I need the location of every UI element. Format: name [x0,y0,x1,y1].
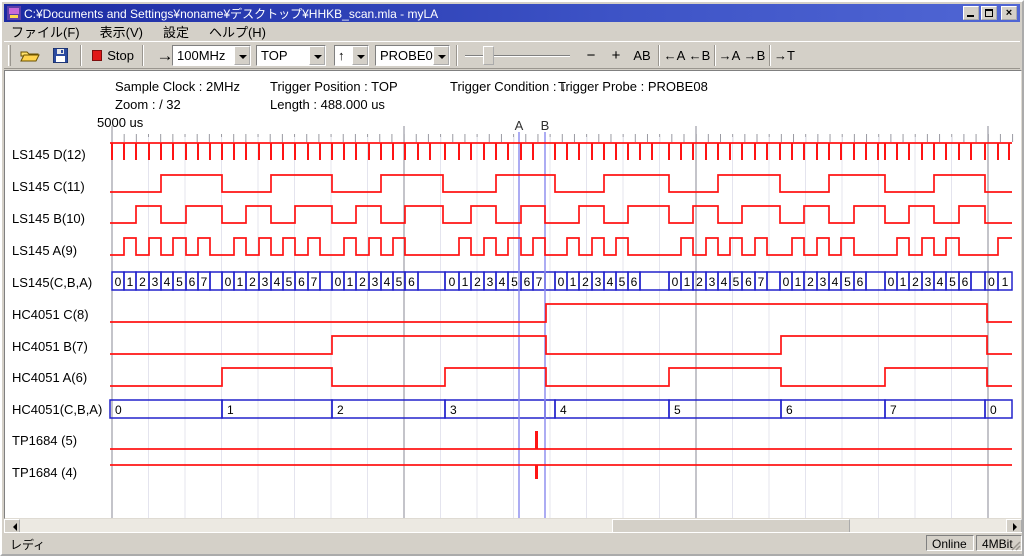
goto-cursor-b-right-button[interactable]: →B [742,44,767,67]
trigger-edge-combo[interactable]: ↑ [334,45,369,66]
ruler-scale-label: 5000 us [97,115,143,130]
length-info: Length : 488.000 us [270,97,385,112]
stop-button[interactable]: Stop [88,44,138,67]
status-ready-text: レディ [10,536,45,553]
sample-clock-info: Sample Clock : 2MHz [115,79,240,94]
maximize-icon [985,9,993,17]
chevron-down-icon[interactable] [234,46,250,65]
app-icon [7,6,21,20]
menu-settings[interactable]: 設定 [156,21,196,42]
trigger-probe-combo[interactable]: PROBE00 [375,45,450,66]
zoom-out-button[interactable]: − [580,44,602,67]
minimize-button[interactable] [963,6,979,20]
chevron-down-icon[interactable] [433,46,449,65]
save-button[interactable] [46,44,74,67]
open-folder-icon [20,48,40,63]
zoom-ab-button[interactable]: AB [629,44,655,67]
channel-label-ls145-bus: LS145(C,B,A) [12,275,92,290]
trigger-probe-value: PROBE00 [376,46,433,65]
goto-cursor-b-left-button[interactable]: ←B [687,44,712,67]
window-title: C:¥Documents and Settings¥noname¥デスクトップ¥… [24,5,963,22]
status-online-badge: Online [926,535,974,551]
save-floppy-icon [53,48,68,63]
status-bar: レディ Online 4MBit [4,532,1022,552]
toolbar-separator [456,45,458,66]
stop-icon [92,50,102,61]
arrow-left-icon [9,523,17,531]
channel-label-ls145-c: LS145 C(11) [12,179,85,194]
toolbar-grip [8,45,11,66]
zoom-info: Zoom : / 32 [115,97,181,112]
goto-trigger-button[interactable]: →T [772,44,797,67]
app-window: C:¥Documents and Settings¥noname¥デスクトップ¥… [0,0,1024,556]
zoom-slider-track[interactable] [465,55,570,57]
channel-label-tp1684-4: TP1684 (4) [12,465,77,480]
channel-label-hc4051-c: HC4051 C(8) [12,307,89,322]
menu-view[interactable]: 表示(V) [93,21,150,42]
toolbar-separator [714,45,716,66]
stop-label: Stop [107,48,134,63]
zoom-in-button[interactable]: + [605,44,627,67]
arrow-right-icon [1013,523,1021,531]
toolbar-separator [658,45,660,66]
channel-label-ls145-a: LS145 A(9) [12,243,77,258]
trigger-position-value: TOP [257,46,309,65]
toolbar: Stop → 100MHz TOP ↑ PROBE00 − + AB ←A ←B… [4,41,1020,69]
trigger-position-info: Trigger Position : TOP [270,79,398,94]
channel-label-hc4051-b: HC4051 B(7) [12,339,88,354]
zoom-slider-handle[interactable] [483,46,494,65]
open-file-button[interactable] [16,44,44,67]
minimize-icon [967,15,974,17]
sample-clock-combo[interactable]: 100MHz [172,45,251,66]
channel-label-hc4051-bus: HC4051(C,B,A) [12,402,102,417]
goto-cursor-a-right-button[interactable]: →A [717,44,742,67]
toolbar-separator [142,45,144,66]
resize-grip[interactable] [1008,538,1021,551]
toolbar-separator [769,45,771,66]
window-controls: × [963,6,1017,20]
trigger-position-combo[interactable]: TOP [256,45,326,66]
channel-label-hc4051-a: HC4051 A(6) [12,370,87,385]
title-bar: C:¥Documents and Settings¥noname¥デスクトップ¥… [4,4,1020,22]
menu-help[interactable]: ヘルプ(H) [202,21,273,42]
channel-label-ls145-d: LS145 D(12) [12,147,86,162]
trigger-edge-value: ↑ [335,46,352,65]
maximize-button[interactable] [981,6,997,20]
trigger-probe-info: Trigger Probe : PROBE08 [558,79,708,94]
waveform-client-area [4,70,1022,519]
chevron-down-icon[interactable] [309,46,325,65]
close-button[interactable]: × [1001,6,1017,20]
menu-file[interactable]: ファイル(F) [4,21,87,42]
menu-bar: ファイル(F) 表示(V) 設定 ヘルプ(H) [4,23,1020,40]
sample-clock-value: 100MHz [173,46,234,65]
chevron-down-icon[interactable] [352,46,368,65]
toolbar-separator [80,45,82,66]
trigger-condition-info: Trigger Condition : ↓ [450,79,567,94]
channel-label-ls145-b: LS145 B(10) [12,211,85,226]
goto-cursor-a-left-button[interactable]: ←A [662,44,687,67]
channel-label-tp1684-5: TP1684 (5) [12,433,77,448]
